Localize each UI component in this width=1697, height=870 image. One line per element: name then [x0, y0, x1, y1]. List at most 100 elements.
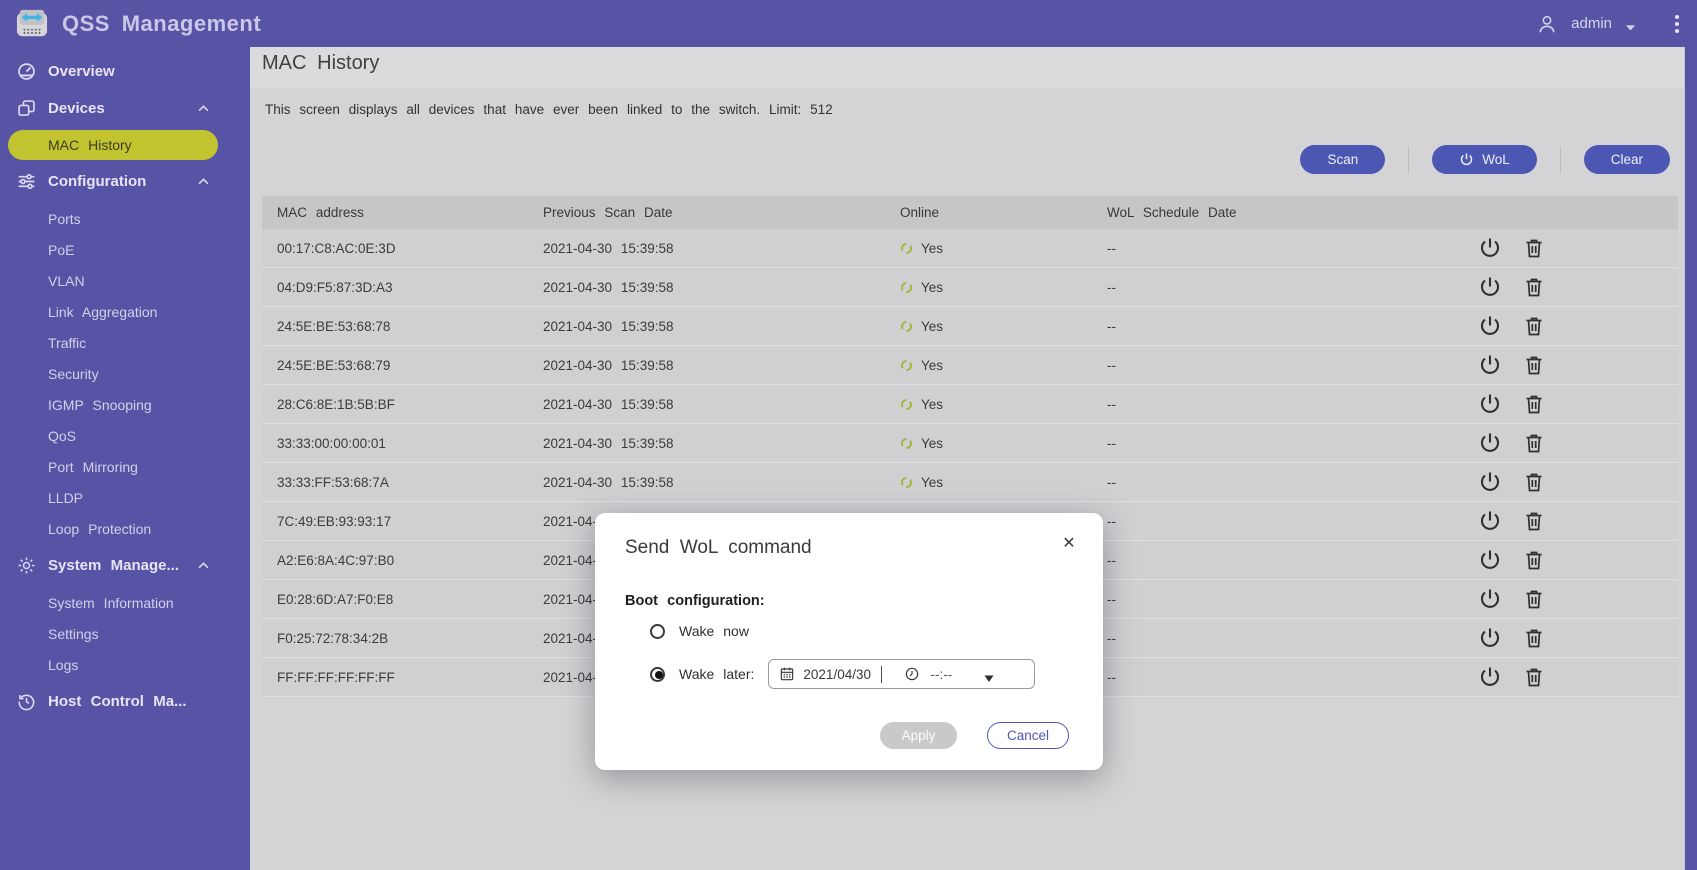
sidebar-item-qos[interactable]: QoS	[0, 420, 250, 451]
table-row: 33:33:FF:53:68:7A2021-04-30 15:39:58Yes-…	[262, 463, 1678, 502]
trash-icon[interactable]	[1522, 509, 1546, 533]
kebab-menu-icon[interactable]	[1675, 15, 1679, 33]
power-icon[interactable]	[1478, 431, 1502, 455]
sidebar-item-loop-protection[interactable]: Loop Protection	[0, 513, 250, 544]
caret-down-icon[interactable]	[984, 670, 994, 678]
chevron-up-icon[interactable]	[196, 174, 211, 189]
trash-icon[interactable]	[1522, 236, 1546, 260]
calendar-icon	[779, 666, 795, 682]
dialog-actions: Apply Cancel	[880, 722, 1069, 749]
wake-later-option[interactable]: Wake later: 2021/04/30 --:--	[650, 659, 1035, 689]
power-icon[interactable]	[1478, 275, 1502, 299]
sidebar-item-poe[interactable]: PoE	[0, 234, 250, 265]
wake-later-radio[interactable]	[650, 667, 665, 682]
sidebar-item-mac-history[interactable]: MAC History	[8, 130, 218, 160]
sidebar-item-configuration[interactable]: Configuration	[0, 166, 250, 197]
switch-device-icon	[15, 8, 49, 40]
mac-address-cell: A2:E6:8A:4C:97:B0	[262, 553, 543, 568]
power-icon[interactable]	[1478, 626, 1502, 650]
online-cell: Yes	[900, 397, 1107, 412]
app-header: QSS Management admin	[0, 0, 1697, 47]
wol-schedule-cell: --	[1107, 514, 1463, 529]
apply-button[interactable]: Apply	[880, 722, 957, 749]
page-title: MAC History	[262, 52, 379, 75]
table-row: 28:C6:8E:1B:5B:BF2021-04-30 15:39:58Yes-…	[262, 385, 1678, 424]
sidebar-item-logs[interactable]: Logs	[0, 649, 250, 680]
devices-icon	[16, 98, 37, 119]
sidebar-item-host-control-ma[interactable]: Host Control Ma...	[0, 686, 250, 717]
trash-icon[interactable]	[1522, 587, 1546, 611]
sidebar-item-label: MAC History	[48, 137, 132, 153]
mac-address-cell: 7C:49:EB:93:93:17	[262, 514, 543, 529]
sidebar-item-label: Ports	[48, 211, 81, 227]
sidebar-item-settings[interactable]: Settings	[0, 618, 250, 649]
sidebar-item-system-information[interactable]: System Information	[0, 587, 250, 618]
wol-schedule-cell: --	[1107, 670, 1463, 685]
sidebar-item-security[interactable]: Security	[0, 358, 250, 389]
sidebar-item-overview[interactable]: Overview	[0, 56, 250, 87]
sidebar-item-vlan[interactable]: VLAN	[0, 265, 250, 296]
sidebar-item-system-manage[interactable]: System Manage...	[0, 550, 250, 581]
row-actions	[1463, 392, 1678, 416]
table-row: 00:17:C8:AC:0E:3D2021-04-30 15:39:58Yes-…	[262, 229, 1678, 268]
person-icon	[1536, 13, 1558, 35]
sidebar-item-traffic[interactable]: Traffic	[0, 327, 250, 358]
scan-button[interactable]: Scan	[1300, 145, 1385, 174]
wol-schedule-cell: --	[1107, 436, 1463, 451]
sidebar-item-igmp-snooping[interactable]: IGMP Snooping	[0, 389, 250, 420]
cancel-button[interactable]: Cancel	[987, 722, 1069, 749]
sidebar-item-port-mirroring[interactable]: Port Mirroring	[0, 451, 250, 482]
trash-icon[interactable]	[1522, 548, 1546, 572]
sidebar-item-link-aggregation[interactable]: Link Aggregation	[0, 296, 250, 327]
table-row: 24:5E:BE:53:68:782021-04-30 15:39:58Yes-…	[262, 307, 1678, 346]
power-icon[interactable]	[1478, 392, 1502, 416]
chevron-down-icon[interactable]	[1625, 19, 1636, 28]
mac-address-cell: 33:33:FF:53:68:7A	[262, 475, 543, 490]
trash-icon[interactable]	[1522, 665, 1546, 689]
mac-address-cell: F0:25:72:78:34:2B	[262, 631, 543, 646]
sidebar-item-label: Devices	[48, 100, 105, 117]
wol-button[interactable]: WoL	[1432, 145, 1537, 174]
clear-button[interactable]: Clear	[1584, 145, 1670, 174]
power-icon[interactable]	[1478, 470, 1502, 494]
power-icon[interactable]	[1478, 665, 1502, 689]
chevron-up-icon[interactable]	[196, 101, 211, 116]
row-actions	[1463, 548, 1678, 572]
power-icon[interactable]	[1478, 548, 1502, 572]
power-icon[interactable]	[1478, 236, 1502, 260]
table-row: 24:5E:BE:53:68:792021-04-30 15:39:58Yes-…	[262, 346, 1678, 385]
trash-icon[interactable]	[1522, 314, 1546, 338]
mac-address-cell: FF:FF:FF:FF:FF:FF	[262, 670, 543, 685]
info-text: This screen displays all devices that ha…	[250, 88, 1684, 117]
sidebar-item-devices[interactable]: Devices	[0, 93, 250, 124]
trash-icon[interactable]	[1522, 353, 1546, 377]
wake-now-label: Wake now	[679, 623, 749, 639]
power-icon[interactable]	[1478, 314, 1502, 338]
user-menu[interactable]: admin	[1571, 15, 1612, 32]
trash-icon[interactable]	[1522, 431, 1546, 455]
trash-icon[interactable]	[1522, 275, 1546, 299]
close-icon[interactable]: ✕	[1059, 533, 1079, 553]
power-icon[interactable]	[1478, 509, 1502, 533]
trash-icon[interactable]	[1522, 392, 1546, 416]
mac-address-cell: 24:5E:BE:53:68:79	[262, 358, 543, 373]
online-cell: Yes	[900, 358, 1107, 373]
sidebar-item-label: Settings	[48, 626, 99, 642]
mac-address-cell: 04:D9:F5:87:3D:A3	[262, 280, 543, 295]
column-header-wol-schedule-date: WoL Schedule Date	[1107, 205, 1463, 220]
sidebar-item-ports[interactable]: Ports	[0, 203, 250, 234]
trash-icon[interactable]	[1522, 470, 1546, 494]
sidebar-item-lldp[interactable]: LLDP	[0, 482, 250, 513]
power-icon[interactable]	[1478, 353, 1502, 377]
trash-icon[interactable]	[1522, 626, 1546, 650]
power-icon[interactable]	[1478, 587, 1502, 611]
wake-now-option[interactable]: Wake now	[650, 623, 749, 639]
previous-scan-date-cell: 2021-04-30 15:39:58	[543, 241, 900, 256]
row-actions	[1463, 431, 1678, 455]
gear-icon	[16, 555, 37, 576]
sidebar-item-label: Security	[48, 366, 99, 382]
schedule-datetime-input[interactable]: 2021/04/30 --:--	[768, 659, 1035, 689]
chevron-up-icon[interactable]	[196, 558, 211, 573]
wol-schedule-cell: --	[1107, 553, 1463, 568]
wake-now-radio[interactable]	[650, 624, 665, 639]
